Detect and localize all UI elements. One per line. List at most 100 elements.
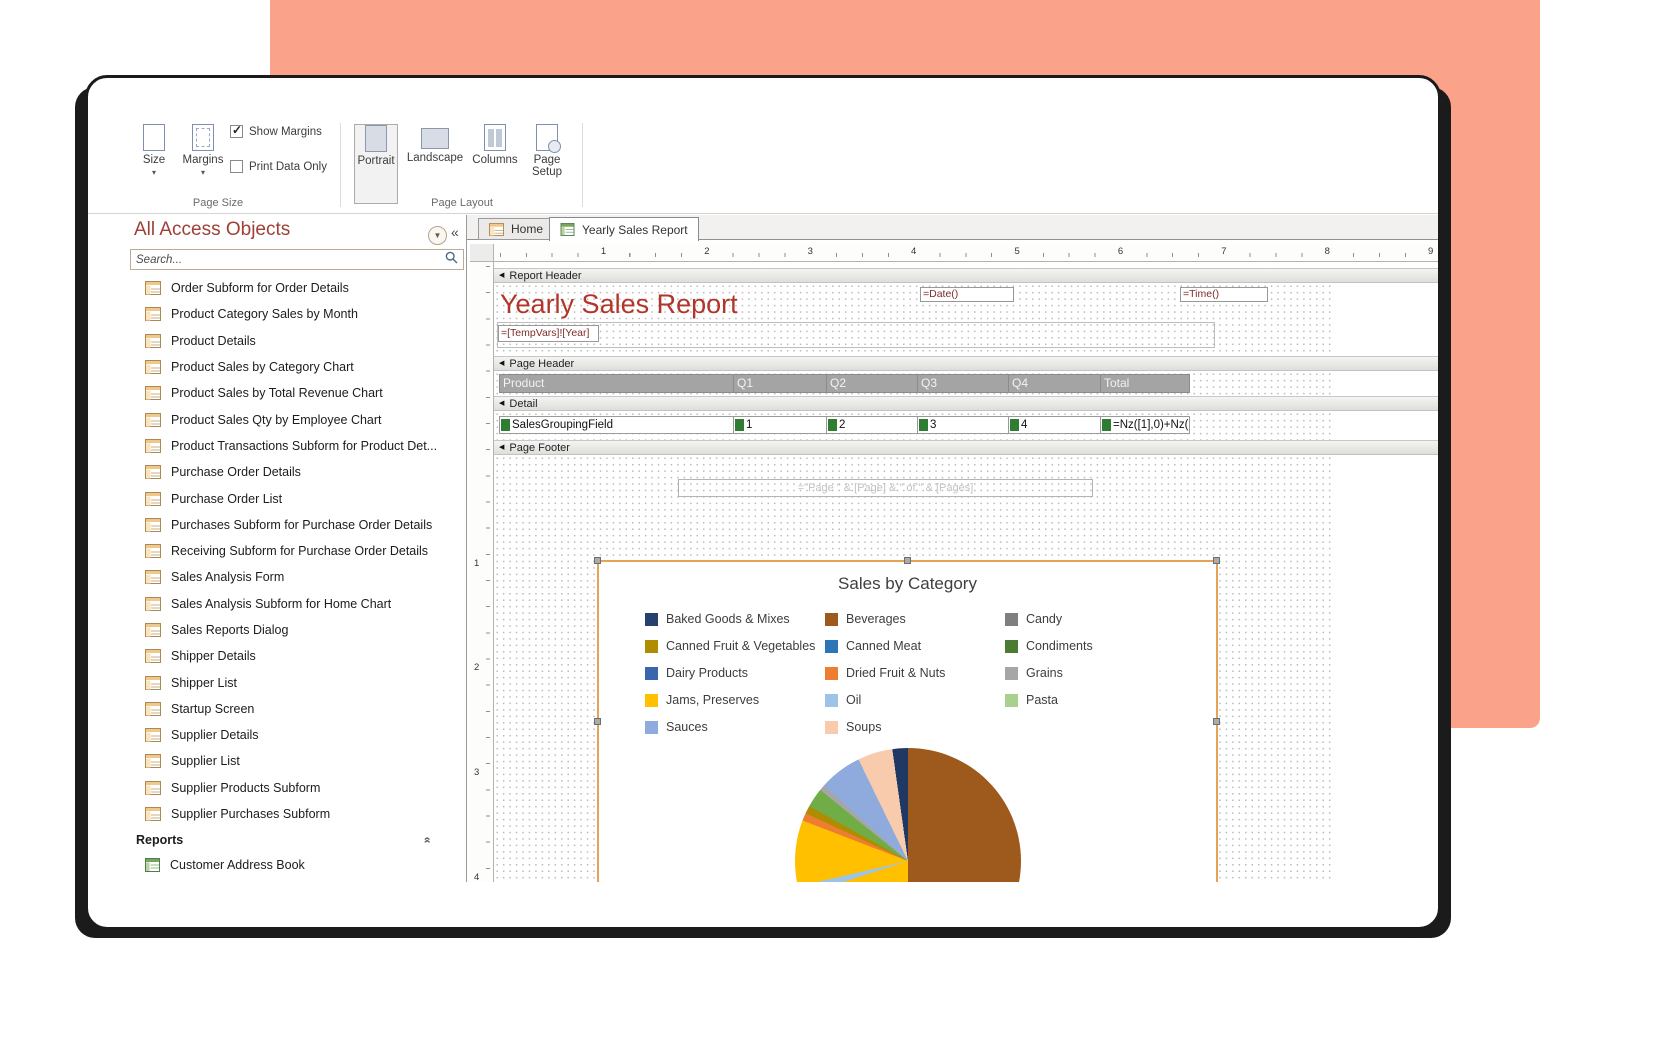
nav-group-reports[interactable]: Reports» (128, 827, 466, 852)
nav-item-form[interactable]: Shipper Details (128, 643, 466, 669)
field-marker-icon (1102, 419, 1111, 431)
nav-item-form[interactable]: Product Category Sales by Month (128, 301, 466, 327)
date-textbox[interactable]: =Date() (920, 287, 1014, 302)
tab-yearly-sales-report[interactable]: Yearly Sales Report (549, 217, 699, 241)
selection-handle[interactable] (594, 718, 601, 725)
nav-item-form[interactable]: Product Sales by Total Revenue Chart (128, 380, 466, 406)
checkbox-icon[interactable] (230, 160, 243, 173)
legend-label: Condiments (1026, 639, 1093, 653)
column-header-q3[interactable]: Q3 (917, 374, 1009, 393)
nav-item-form[interactable]: Supplier Purchases Subform (128, 801, 466, 827)
tab-home[interactable]: Home (478, 218, 554, 240)
nav-item-form[interactable]: Sales Analysis Subform for Home Chart (128, 591, 466, 617)
section-bar-report-header[interactable]: ◀ Report Header (494, 268, 1438, 283)
size-button[interactable]: Size ▾ (134, 124, 174, 204)
legend-label: Canned Fruit & Vegetables (666, 639, 815, 653)
legend-item: Jams, Preserves (645, 693, 825, 707)
portrait-icon (365, 125, 387, 152)
legend-item: Candy (1005, 612, 1177, 626)
selection-handle[interactable] (594, 557, 601, 564)
nav-item-form[interactable]: Supplier List (128, 748, 466, 774)
section-bar-page-footer[interactable]: ◀ Page Footer (494, 440, 1438, 455)
form-icon (145, 781, 161, 795)
nav-item-label: Order Subform for Order Details (171, 281, 349, 295)
time-textbox[interactable]: =Time() (1180, 287, 1268, 302)
nav-item-form[interactable]: Startup Screen (128, 696, 466, 722)
form-icon (145, 807, 161, 821)
nav-item-form[interactable]: Product Details (128, 328, 466, 354)
landscape-button[interactable]: Landscape (404, 124, 466, 204)
nav-menu-button[interactable]: ▼ (428, 226, 447, 245)
nav-item-form[interactable]: Product Sales by Category Chart (128, 354, 466, 380)
nav-item-form[interactable]: Sales Reports Dialog (128, 617, 466, 643)
detail-field[interactable]: 4 (1008, 416, 1101, 434)
nav-item-label: Product Sales by Total Revenue Chart (171, 386, 383, 400)
nav-item-report[interactable]: Customer Address Book (128, 852, 466, 878)
nav-item-label: Sales Analysis Subform for Home Chart (171, 597, 391, 611)
sales-by-category-chart[interactable]: Sales by Category Baked Goods & MixesBev… (597, 560, 1218, 882)
legend-swatch (1005, 640, 1018, 653)
detail-field[interactable]: 1 (733, 416, 827, 434)
ruler-number: 5 (1011, 246, 1022, 257)
ruler-number: 2 (701, 246, 712, 257)
field-marker-icon (919, 419, 928, 431)
legend-label: Dried Fruit & Nuts (846, 666, 945, 680)
column-header-q2[interactable]: Q2 (826, 374, 918, 393)
form-icon (145, 307, 161, 321)
nav-item-form[interactable]: Product Transactions Subform for Product… (128, 433, 466, 459)
column-header-total[interactable]: Total (1100, 374, 1190, 393)
tempvars-textbox[interactable]: =[TempVars]![Year] (498, 325, 599, 342)
nav-item-form[interactable]: Order Subform for Order Details (128, 275, 466, 301)
selected-control-outline[interactable] (497, 322, 1215, 348)
legend-swatch (825, 721, 838, 734)
nav-item-form[interactable]: Receiving Subform for Purchase Order Det… (128, 538, 466, 564)
page-setup-button[interactable]: Page Setup (524, 124, 570, 204)
columns-button[interactable]: Columns (470, 124, 520, 204)
ribbon-separator (340, 123, 341, 207)
checkbox-checked-icon[interactable] (230, 125, 243, 138)
detail-field[interactable]: 3 (917, 416, 1009, 434)
nav-item-form[interactable]: Purchases Subform for Purchase Order Det… (128, 512, 466, 538)
form-icon (145, 518, 161, 532)
search-icon[interactable] (445, 251, 458, 269)
ruler-corner-box[interactable] (470, 244, 494, 262)
report-design-surface[interactable]: ◀ Report Header Yearly Sales Report =Dat… (494, 262, 1438, 882)
margins-button[interactable]: Margins ▾ (180, 124, 226, 204)
legend-label: Canned Meat (846, 639, 921, 653)
nav-item-form[interactable]: Supplier Details (128, 722, 466, 748)
horizontal-ruler[interactable]: 123456789 (494, 244, 1438, 262)
report-title-label[interactable]: Yearly Sales Report (500, 289, 738, 320)
nav-item-form[interactable]: Sales Analysis Form (128, 564, 466, 590)
chevron-down-icon: ▾ (201, 169, 205, 176)
field-marker-icon (501, 419, 510, 431)
column-header-product[interactable]: Product (499, 374, 734, 393)
show-margins-checkbox[interactable]: Show Margins (230, 125, 322, 138)
detail-field[interactable]: SalesGroupingField (499, 416, 734, 434)
page-number-textbox[interactable]: ="Page " & [Page] & " of " & [Pages] (678, 479, 1093, 497)
selection-handle[interactable] (1213, 718, 1220, 725)
section-bar-page-header[interactable]: ◀ Page Header (494, 356, 1438, 371)
section-bar-detail[interactable]: ◀ Detail (494, 396, 1438, 411)
form-icon (145, 649, 161, 663)
detail-field[interactable]: 2 (826, 416, 918, 434)
nav-collapse-button[interactable]: « (451, 224, 459, 240)
nav-item-form[interactable]: Purchase Order List (128, 485, 466, 511)
legend-item: Grains (1005, 666, 1177, 680)
column-header-q1[interactable]: Q1 (733, 374, 827, 393)
chevron-down-icon: ▾ (152, 169, 156, 176)
nav-item-form[interactable]: Shipper List (128, 669, 466, 695)
column-header-row: ProductQ1Q2Q3Q4Total (499, 374, 1189, 393)
nav-item-form[interactable]: Supplier Products Subform (128, 775, 466, 801)
nav-item-form[interactable]: Purchase Order Details (128, 459, 466, 485)
legend-label: Dairy Products (666, 666, 748, 680)
ruler-number: 2 (474, 660, 479, 675)
portrait-button[interactable]: Portrait (354, 124, 398, 204)
vertical-ruler[interactable]: 1234 (470, 262, 494, 882)
search-input[interactable]: Search... (130, 249, 464, 270)
selection-handle[interactable] (1213, 557, 1220, 564)
nav-item-form[interactable]: Product Sales Qty by Employee Chart (128, 406, 466, 432)
column-header-q4[interactable]: Q4 (1008, 374, 1101, 393)
print-data-only-checkbox[interactable]: Print Data Only (230, 160, 327, 173)
detail-field[interactable]: =Nz([1],0)+Nz([ (1100, 416, 1190, 434)
selection-handle[interactable] (904, 557, 911, 564)
